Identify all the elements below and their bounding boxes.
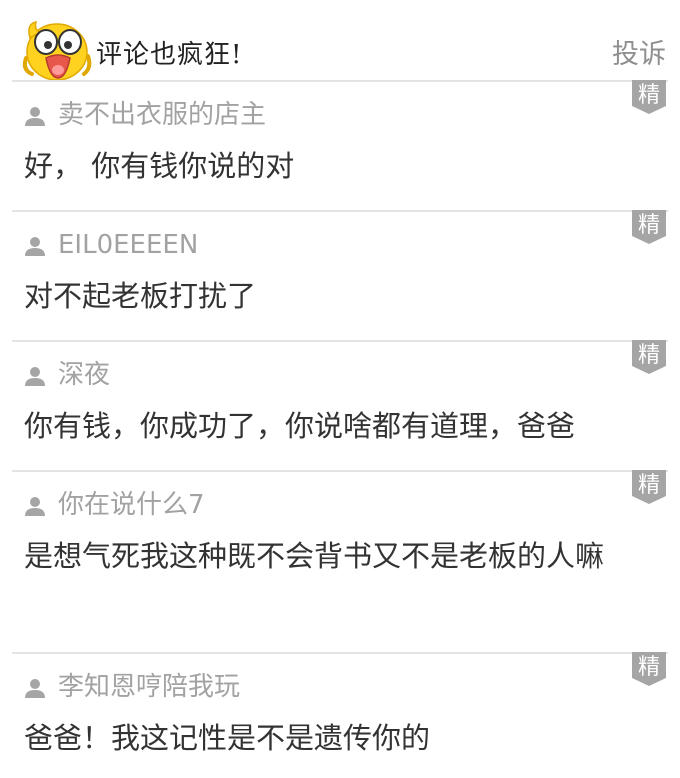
comments-header: 评论也疯狂! 投诉 <box>0 0 680 80</box>
author-name: EIL0EEEEN <box>58 230 199 260</box>
user-icon <box>25 107 45 126</box>
featured-badge: 精 <box>632 210 666 244</box>
featured-badge: 精 <box>632 652 666 686</box>
comment-list: 精 卖不出衣服的店主 好， 你有钱你说的对 精 EIL0EEEEN 对不起老板打… <box>0 80 680 778</box>
divider <box>12 470 668 472</box>
divider <box>12 210 668 212</box>
author-name: 卖不出衣服的店主 <box>58 100 267 130</box>
featured-badge: 精 <box>632 340 666 374</box>
report-button[interactable]: 投诉 <box>612 32 666 71</box>
comment-text: 你有钱，你成功了，你说啥都有道理，爸爸 <box>24 409 576 443</box>
user-icon <box>25 237 45 256</box>
author-name: 李知恩哼陪我玩 <box>58 672 241 702</box>
comment-item: 精 卖不出衣服的店主 好， 你有钱你说的对 <box>0 80 680 210</box>
user-icon <box>25 497 45 516</box>
featured-badge: 精 <box>632 80 666 114</box>
divider <box>12 652 668 654</box>
featured-badge: 精 <box>632 470 666 504</box>
comment-text: 对不起老板打扰了 <box>24 279 257 313</box>
badge-label: 精 <box>637 655 660 680</box>
header-title: 评论也疯狂! <box>96 40 243 70</box>
author-name: 深夜 <box>58 360 111 390</box>
chick-mascot-icon <box>22 21 92 80</box>
comment-item: 精 你在说什么7 是想气死我这种既不会背书又不是老板的人嘛 <box>0 470 680 652</box>
comment-text: 是想气死我这种既不会背书又不是老板的人嘛 <box>24 539 605 573</box>
divider <box>12 340 668 342</box>
badge-label: 精 <box>637 213 660 238</box>
author-name: 你在说什么7 <box>58 490 205 520</box>
user-icon <box>25 367 45 386</box>
badge-label: 精 <box>637 83 660 108</box>
comment-text: 好， 你有钱你说的对 <box>24 149 295 183</box>
comment-item: 精 EIL0EEEEN 对不起老板打扰了 <box>0 210 680 340</box>
comment-item: 精 深夜 你有钱，你成功了，你说啥都有道理，爸爸 <box>0 340 680 470</box>
divider <box>12 80 668 82</box>
comment-item: 精 李知恩哼陪我玩 爸爸！我这记性是不是遗传你的 <box>0 652 680 778</box>
badge-label: 精 <box>637 473 660 498</box>
badge-label: 精 <box>637 343 660 368</box>
user-icon <box>25 679 45 698</box>
comment-text: 爸爸！我这记性是不是遗传你的 <box>24 721 431 755</box>
